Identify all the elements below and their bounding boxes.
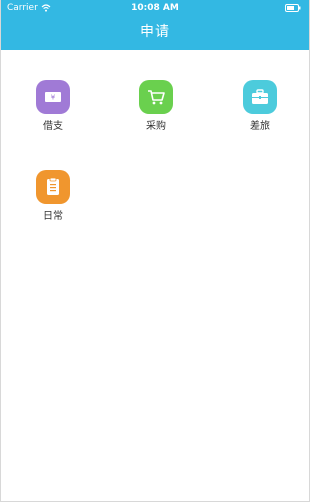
tile-loan[interactable]: ¥ 借支 [23, 80, 83, 133]
tile-loan-label: 借支 [43, 121, 63, 132]
page-title: 申请 [140, 24, 170, 40]
tile-daily[interactable]: 日常 [23, 170, 83, 223]
svg-text:¥: ¥ [51, 94, 56, 102]
header-bar: Carrier 10:08 AM 申请 [1, 0, 309, 50]
battery-icon [285, 4, 301, 12]
tile-travel-label: 差旅 [250, 121, 270, 132]
briefcase-icon [252, 89, 268, 104]
tile-travel-icon-bg [243, 80, 277, 114]
tile-loan-icon-bg: ¥ [36, 80, 70, 114]
document-icon [47, 178, 59, 195]
status-bar: Carrier 10:08 AM [1, 0, 309, 16]
tile-purchase[interactable]: 采购 [126, 80, 186, 133]
tile-travel[interactable]: 差旅 [230, 80, 290, 133]
tile-purchase-icon-bg [139, 80, 173, 114]
tile-purchase-label: 采购 [146, 121, 166, 132]
money-bill-icon: ¥ [45, 92, 61, 102]
app-screen: Carrier 10:08 AM 申请 ¥ 借支 采购 差旅 日常 [0, 0, 310, 502]
shopping-cart-icon [148, 90, 165, 105]
tile-daily-icon-bg [36, 170, 70, 204]
tile-daily-label: 日常 [43, 211, 63, 222]
status-time: 10:08 AM [131, 3, 179, 13]
